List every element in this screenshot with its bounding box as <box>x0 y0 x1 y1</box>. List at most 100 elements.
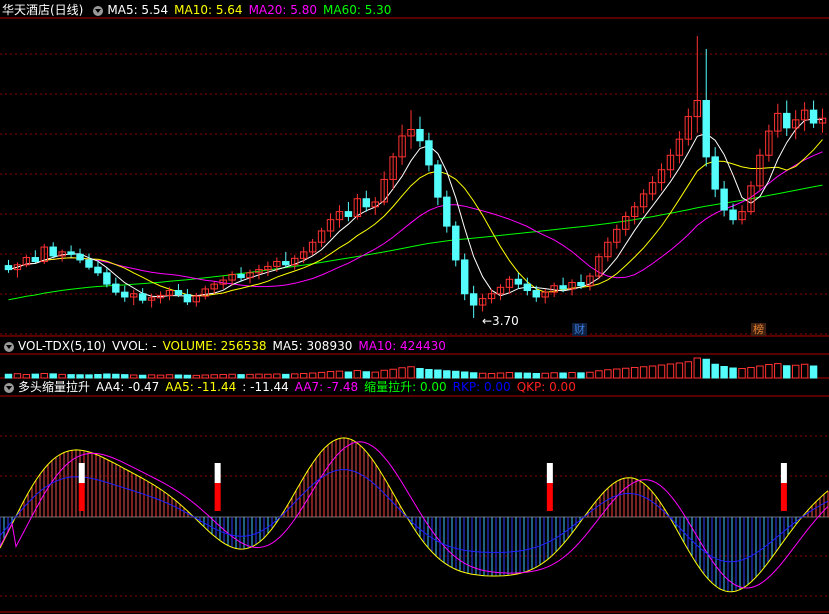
volume-bar <box>22 374 31 379</box>
volume-bar <box>174 374 183 379</box>
candlesticks <box>4 36 827 318</box>
signal-marker-bottom <box>214 483 221 511</box>
signal-marker-bottom <box>780 483 787 511</box>
candle-body <box>809 109 818 124</box>
volume-bar <box>425 369 433 379</box>
volume-bar <box>550 372 558 379</box>
ma20-line <box>8 151 823 288</box>
volume-bars <box>4 357 818 379</box>
volume-bar <box>568 372 576 379</box>
volume-bar <box>389 368 397 379</box>
candle-body <box>729 209 737 221</box>
volume-bar <box>684 361 693 379</box>
volume-bar <box>666 363 675 379</box>
candle-body <box>452 225 460 261</box>
volume-bar <box>201 374 209 379</box>
ma-legend: MA5: 5.54 MA10: 5.64 MA20: 5.80 MA60: 5.30 <box>107 2 397 19</box>
candle-body <box>4 265 13 271</box>
stock-chart <box>0 17 829 613</box>
legend-value: VVOL: - <box>112 339 157 353</box>
collapse-icon[interactable] <box>4 341 14 352</box>
volume-header: VOL-TDX(5,10) VVOL: - VOLUME: 256538 MA5: … <box>0 338 458 355</box>
candle-body <box>49 246 57 257</box>
signal-marker-top <box>214 463 221 483</box>
candle-body <box>532 290 540 298</box>
legend-value: MA60: 5.30 <box>323 3 392 17</box>
volume-bar <box>407 366 415 379</box>
ranking-badge[interactable]: 榜 <box>751 323 766 336</box>
legend-value: QKP: 0.00 <box>516 380 576 394</box>
volume-bar <box>783 365 791 379</box>
volume-bar <box>452 370 460 379</box>
volume-bar <box>443 370 451 379</box>
volume-bar <box>469 372 478 379</box>
candle-body <box>514 278 523 285</box>
volume-bar <box>738 368 746 379</box>
candle-body <box>67 251 75 255</box>
signal-marker-top <box>78 463 85 483</box>
legend-value: MA20: 5.80 <box>248 3 317 17</box>
volume-bar <box>729 367 737 379</box>
ma5-line <box>8 118 823 298</box>
signal-marker-bottom <box>78 483 85 511</box>
finance-badge[interactable]: 财 <box>572 323 587 336</box>
candle-body <box>523 283 532 292</box>
legend-value: AA7: -7.48 <box>294 380 359 394</box>
volume-bar <box>85 374 93 379</box>
candle-body <box>783 112 791 129</box>
volume-bar <box>219 374 227 379</box>
volume-bar <box>308 372 317 379</box>
volume-bar <box>559 372 567 379</box>
candle-body <box>94 266 102 274</box>
volume-bar <box>255 373 263 379</box>
ma10-line <box>8 139 823 297</box>
volume-bar <box>103 373 111 379</box>
volume-bar <box>58 373 66 379</box>
volume-bar <box>40 373 48 379</box>
signal-marker-top <box>546 463 553 483</box>
volume-bar <box>604 369 612 379</box>
volume-bar <box>639 366 648 379</box>
volume-bar <box>264 373 272 379</box>
ma5-line <box>8 118 823 298</box>
volume-bar <box>344 371 353 379</box>
legend-value: AA5: -11.44 <box>165 380 237 394</box>
indicator-panel <box>0 437 829 593</box>
volume-bar <box>282 373 290 379</box>
volume-bar <box>487 373 496 379</box>
indicator-header: 多头缩量拉升 AA4: -0.47 AA5: -11.44: -11.44 AA7:… <box>0 379 588 396</box>
candle-body <box>711 156 719 190</box>
candle-body <box>425 140 433 166</box>
volume-bar <box>13 373 22 379</box>
volume-bar <box>648 365 657 379</box>
volume-bar <box>622 367 630 379</box>
volume-bar <box>774 363 782 379</box>
volume-bar <box>138 374 147 379</box>
legend-value: MA5: 5.54 <box>107 3 169 17</box>
volume-bar <box>800 363 809 379</box>
volume-bar <box>765 364 773 379</box>
candle-body <box>237 273 245 279</box>
candle-body <box>112 283 120 293</box>
volume-bar <box>94 374 102 379</box>
legend-value: 缩量拉升: 0.00 <box>364 380 447 394</box>
legend-value: MA5: 308930 <box>272 339 353 353</box>
volume-bar <box>326 371 335 379</box>
legend-value: VOLUME: 256538 <box>162 339 267 353</box>
volume-bar <box>720 366 728 379</box>
volume-bar <box>416 368 424 379</box>
collapse-icon[interactable] <box>93 5 104 16</box>
volume-bar <box>791 364 800 379</box>
volume-bar <box>31 373 40 379</box>
volume-bar <box>371 371 379 379</box>
volume-bar <box>76 374 84 379</box>
volume-bar <box>496 372 505 379</box>
candle-body <box>85 259 93 268</box>
legend-value: AA4: -0.47 <box>96 380 160 394</box>
volume-bar <box>210 374 218 379</box>
volume-legend: VVOL: - VOLUME: 256538 MA5: 308930 MA10: 42… <box>112 338 452 355</box>
collapse-icon[interactable] <box>4 382 14 393</box>
stock-title: 华天酒店(日线) <box>2 3 84 17</box>
volume-bar <box>156 374 165 379</box>
legend-value: : -11.44 <box>242 380 289 394</box>
